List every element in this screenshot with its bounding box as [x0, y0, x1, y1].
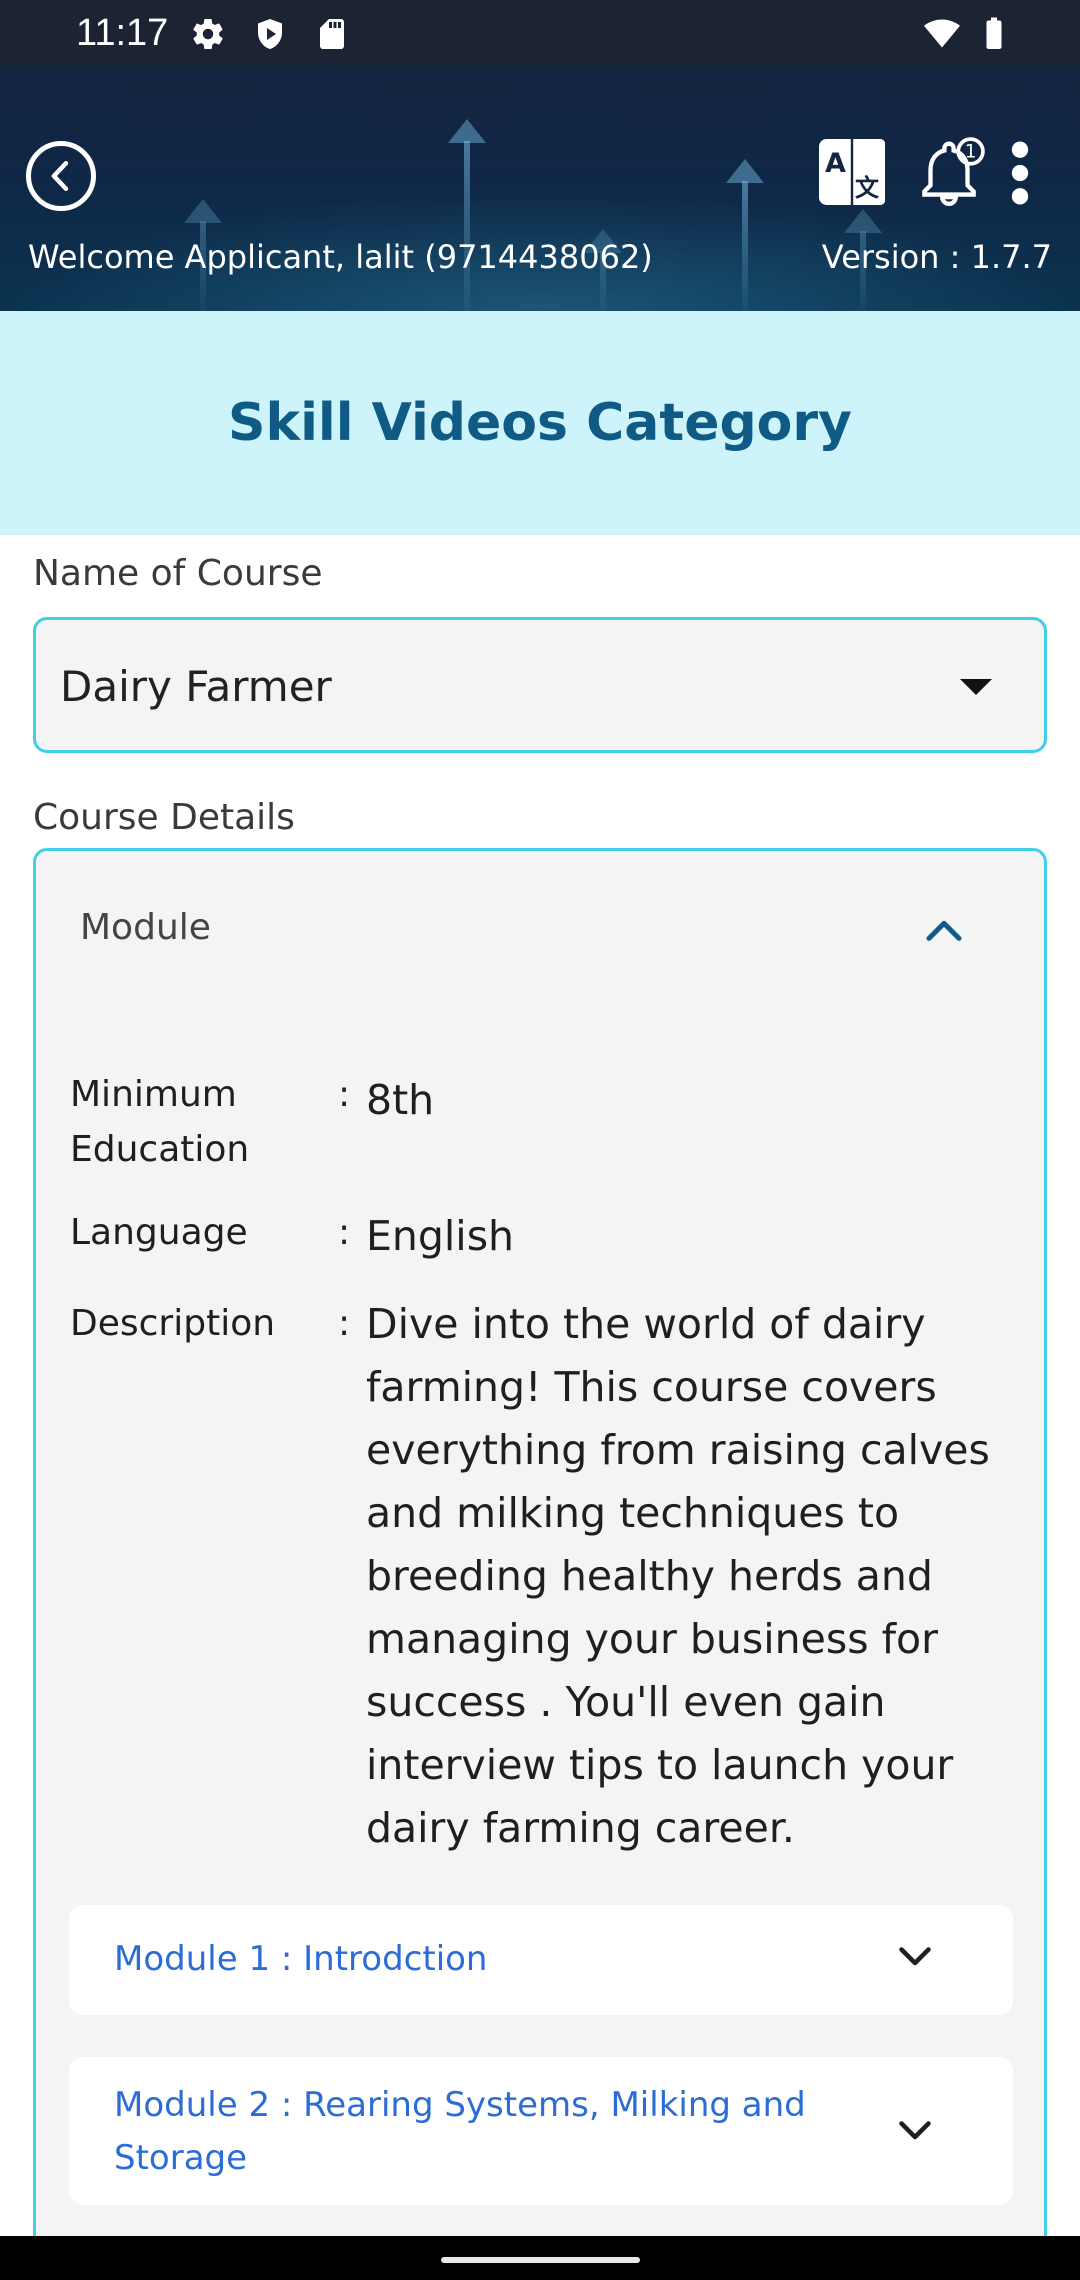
more-vert-icon[interactable] [1000, 138, 1040, 208]
bell-icon[interactable]: 1 [912, 136, 986, 210]
course-dropdown[interactable]: Dairy Farmer [33, 617, 1047, 753]
row-colon: : [338, 1212, 351, 1253]
status-time: 11:17 [76, 12, 169, 54]
svg-text:文: 文 [855, 174, 880, 202]
module-header-label: Module [80, 907, 211, 948]
module-item-label-line1: Module 2 : Rearing Systems, Milking and [114, 2085, 806, 2125]
title-band: Skill Videos Category [0, 311, 1080, 535]
description-value: Dive into the world of dairy farming! Th… [366, 1300, 990, 1852]
module-item-2[interactable]: Module 2 : Rearing Systems, Milking and … [69, 2057, 1013, 2205]
description-label: Description [70, 1303, 276, 1344]
min-education-label: Minimum Education [70, 1067, 249, 1177]
home-gesture-handle[interactable] [441, 2257, 640, 2263]
sd-card-icon [320, 19, 344, 49]
back-arrow-icon [51, 160, 69, 192]
module-item-label: Module 2 : Rearing Systems, Milking and … [114, 2079, 806, 2185]
row-colon: : [338, 1303, 351, 1344]
svg-text:A: A [825, 148, 846, 179]
welcome-text: Welcome Applicant, lalit (9714438062) [28, 238, 653, 276]
back-button[interactable] [26, 141, 96, 211]
notification-count: 1 [965, 142, 977, 163]
min-education-label-line1: Minimum [70, 1074, 237, 1115]
translate-icon[interactable]: A 文 [816, 136, 888, 208]
course-details-card: Module Minimum Education : 8th Language … [33, 848, 1047, 2280]
module-item-label: Module 1 : Introdction [114, 1939, 488, 1979]
wifi-icon [924, 19, 960, 48]
course-label: Name of Course [33, 553, 323, 594]
min-education-value: 8th [366, 1076, 435, 1124]
battery-icon [986, 17, 1002, 49]
status-bar: 11:17 [0, 0, 1080, 66]
module-item-1[interactable]: Module 1 : Introdction [69, 1905, 1013, 2015]
module-accordion-header[interactable]: Module [36, 851, 1044, 1001]
course-dropdown-value: Dairy Farmer [60, 662, 332, 711]
version-text: Version : 1.7.7 [821, 238, 1052, 276]
module-item-label-line2: Storage [114, 2138, 248, 2178]
min-education-label-line2: Education [70, 1129, 250, 1170]
page-title: Skill Videos Category [228, 393, 852, 453]
course-details-label: Course Details [33, 797, 295, 838]
shield-play-icon [258, 19, 282, 49]
chevron-down-icon [899, 2121, 931, 2140]
gear-icon [193, 18, 223, 50]
decorative-arrow [448, 119, 486, 311]
chevron-down-icon [899, 1947, 931, 1966]
language-label: Language [70, 1212, 248, 1253]
row-colon: : [338, 1074, 351, 1115]
app-header: A 文 1 Welcome Applicant, lalit (97144380… [0, 66, 1080, 311]
dropdown-caret-icon [960, 679, 992, 695]
chevron-up-icon [926, 920, 962, 941]
language-value: English [366, 1212, 515, 1260]
decorative-arrow [726, 159, 764, 311]
